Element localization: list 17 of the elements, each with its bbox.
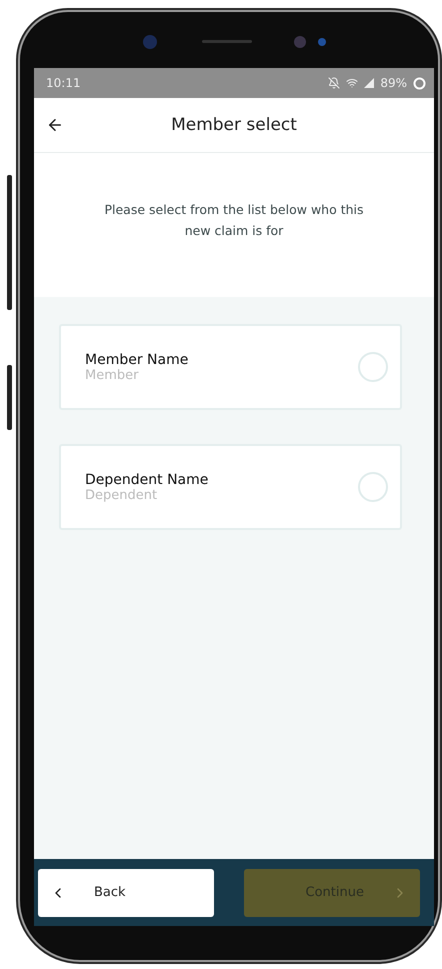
member-role: Dependent (85, 488, 158, 502)
battery-level: 89% (380, 76, 407, 90)
instruction-text: Please select from the list below who this new claim is for (103, 201, 365, 240)
member-option[interactable]: Member Name Member (59, 324, 402, 410)
bell-off-icon (328, 77, 340, 89)
member-option[interactable]: Dependent Name Dependent (59, 444, 402, 530)
member-name: Member Name (85, 352, 188, 368)
radio-button[interactable] (358, 352, 388, 382)
page-title: Member select (171, 115, 297, 135)
status-time: 10:11 (46, 76, 82, 90)
member-role: Member (85, 368, 140, 382)
battery-ring-icon (413, 76, 426, 90)
radio-button[interactable] (358, 472, 388, 502)
back-arrow[interactable] (46, 116, 64, 134)
back-button[interactable]: Back (38, 868, 214, 916)
signal-icon (364, 78, 374, 88)
member-name: Dependent Name (85, 472, 208, 488)
